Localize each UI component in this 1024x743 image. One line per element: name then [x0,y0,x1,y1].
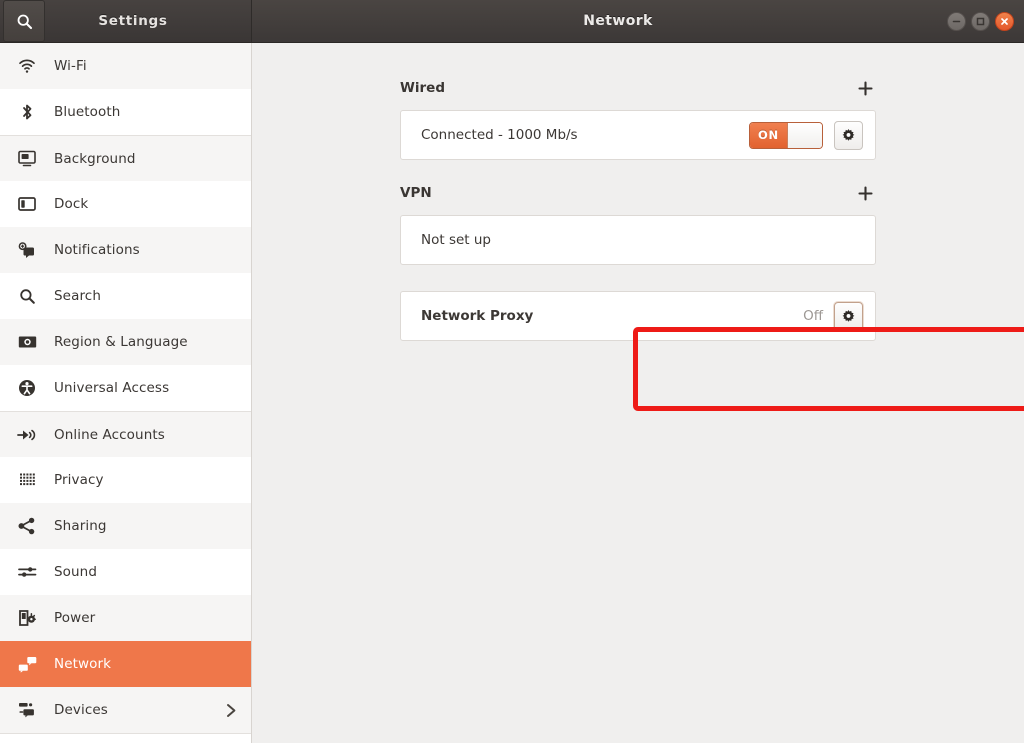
sidebar-item-label: Search [54,288,101,304]
sidebar-item-label: Bluetooth [54,104,121,120]
sidebar-item-network[interactable]: Network [0,641,251,687]
bluetooth-icon [14,103,40,121]
network-icon [14,656,40,673]
network-proxy-settings-button[interactable] [834,301,863,331]
sidebar-item-label: Online Accounts [54,426,165,443]
content-area: Wired Connected - 1000 Mb/s ON VPN Not s… [252,43,1024,743]
sidebar-item-background[interactable]: Background [0,135,251,181]
gear-icon [841,309,856,324]
sidebar-item-label: Sharing [54,518,107,534]
title-bar: Settings Network [0,0,1024,43]
devices-icon [14,702,40,718]
close-button[interactable] [995,12,1014,31]
sidebar-item-notifications[interactable]: Notifications [0,227,251,273]
settings-window: Settings Network Wi-Fi Bluetooth Backgro… [0,0,1024,743]
vpn-title: VPN [400,185,432,201]
add-vpn-button[interactable] [854,182,876,204]
wired-section-header: Wired [400,77,876,99]
gear-icon [841,128,856,143]
sidebar-item-search[interactable]: Search [0,273,251,319]
region-language-icon [14,335,40,349]
maximize-button[interactable] [971,12,990,31]
wifi-icon [14,58,40,74]
network-proxy-label: Network Proxy [421,308,534,324]
sidebar-item-region-language[interactable]: Region & Language [0,319,251,365]
search-icon[interactable] [3,0,45,42]
sound-icon [14,565,40,579]
search-icon [14,288,40,305]
minimize-button[interactable] [947,12,966,31]
notifications-icon [14,241,40,259]
wired-connection-row[interactable]: Connected - 1000 Mb/s ON [401,111,875,159]
wired-toggle-knob [787,122,822,148]
sharing-icon [14,517,40,535]
sidebar-item-label: Wi-Fi [54,58,87,74]
sidebar-item-devices[interactable]: Devices [0,687,251,733]
sidebar-item-online-accounts[interactable]: Online Accounts [0,411,251,457]
vpn-section-header: VPN [400,182,876,204]
power-icon [14,609,40,627]
page-title: Network [583,13,653,29]
wired-toggle[interactable]: ON [749,121,823,149]
sidebar-item-label: Background [54,150,136,167]
wired-settings-button[interactable] [834,120,863,150]
sidebar-item-label: Dock [54,196,89,212]
sidebar-item-power[interactable]: Power [0,595,251,641]
wired-card: Connected - 1000 Mb/s ON [400,110,876,160]
network-proxy-row[interactable]: Network Proxy Off [401,292,875,340]
sidebar-item-universal-access[interactable]: Universal Access [0,365,251,411]
dock-icon [14,196,40,212]
privacy-icon [14,472,40,488]
background-icon [14,150,40,167]
wired-toggle-state: ON [750,122,787,148]
sidebar-item-label: Privacy [54,472,104,488]
sidebar-item-dock[interactable]: Dock [0,181,251,227]
sidebar-item-label: Network [54,656,112,672]
sidebar-item-label: Universal Access [54,380,170,396]
network-panel: Wired Connected - 1000 Mb/s ON VPN Not s… [400,43,876,341]
sidebar-item-label: Region & Language [54,334,188,350]
network-proxy-state: Off [803,308,823,324]
sidebar[interactable]: Wi-Fi Bluetooth Background Dock Notifica… [0,43,252,743]
sidebar-item-label: Sound [54,564,98,580]
window-controls [947,0,1014,43]
vpn-status-label: Not set up [421,232,491,248]
sidebar-item-bluetooth[interactable]: Bluetooth [0,89,251,135]
universal-access-icon [14,379,40,397]
sidebar-item-label: Power [54,610,96,626]
sidebar-item-privacy[interactable]: Privacy [0,457,251,503]
sidebar-item-details[interactable]: Details [0,733,251,743]
add-wired-button[interactable] [854,77,876,99]
wired-title: Wired [400,80,445,96]
chevron-right-icon [226,703,237,718]
sidebar-item-sound[interactable]: Sound [0,549,251,595]
sidebar-item-label: Notifications [54,242,140,258]
sidebar-item-label: Devices [54,702,108,718]
sidebar-item-sharing[interactable]: Sharing [0,503,251,549]
sidebar-item-wi-fi[interactable]: Wi-Fi [0,43,251,89]
wired-status-label: Connected - 1000 Mb/s [421,127,578,143]
vpn-card: Not set up [400,215,876,265]
vpn-status-row[interactable]: Not set up [401,216,875,264]
online-accounts-icon [14,427,40,443]
network-proxy-card: Network Proxy Off [400,291,876,341]
